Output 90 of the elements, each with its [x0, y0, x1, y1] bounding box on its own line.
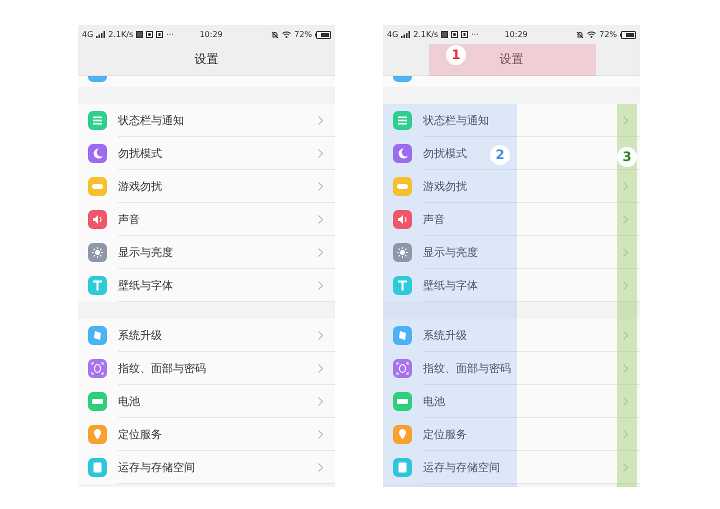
chevron-icon	[318, 215, 323, 224]
battery-percent: 72%	[599, 30, 618, 39]
setting-label: 勿扰模式	[118, 146, 162, 161]
setting-label: 状态栏与通知	[118, 113, 184, 128]
chevron-icon	[623, 331, 628, 340]
chevron-icon	[623, 182, 628, 191]
setting-label: 声音	[118, 212, 140, 227]
chevron-icon	[623, 281, 628, 290]
settings-row[interactable]: 运存与存储空间	[383, 451, 640, 484]
chevron-icon	[318, 182, 323, 191]
settings-row[interactable]: 指纹、面部与密码	[78, 352, 335, 385]
settings-row[interactable]: 勿扰模式	[78, 137, 335, 170]
notification-icon	[156, 31, 164, 38]
notification-icon	[461, 31, 468, 38]
settings-row[interactable]: 声音	[383, 203, 640, 236]
settings-row[interactable]: 电池	[78, 385, 335, 418]
wifi-icon	[282, 31, 292, 38]
more-indicator: ···	[471, 30, 479, 39]
chevron-icon	[318, 397, 323, 406]
network-type: 4G	[82, 30, 94, 39]
settings-row[interactable]: 系统升级	[383, 319, 640, 352]
settings-row[interactable]: 游戏勿扰	[78, 170, 335, 203]
settings-row[interactable]: 状态栏与通知	[383, 104, 640, 137]
settings-row[interactable]: 显示与亮度	[383, 236, 640, 269]
chevron-icon	[623, 248, 628, 257]
wifi-icon	[587, 31, 596, 38]
notification-icon	[136, 31, 144, 38]
setting-label: 定位服务	[423, 427, 467, 442]
chevron-icon	[623, 215, 628, 224]
battery-percent: 72%	[294, 30, 312, 39]
settings-row[interactable]: 定位服务	[383, 418, 640, 451]
setting-label: 游戏勿扰	[423, 179, 467, 194]
chevron-icon	[318, 281, 323, 290]
settings-row[interactable]: 状态栏与通知	[78, 104, 335, 137]
page-title: 设置	[500, 51, 524, 68]
setting-label: 系统升级	[118, 328, 162, 343]
setting-label: 显示与亮度	[423, 245, 478, 260]
status-time: 10:29	[504, 30, 528, 39]
notification-icon	[451, 31, 458, 38]
setting-label: 游戏勿扰	[118, 179, 162, 194]
chevron-icon	[318, 331, 323, 340]
notification-icon	[441, 31, 448, 38]
chevron-icon	[623, 397, 628, 406]
setting-label: 系统升级	[423, 328, 467, 343]
setting-label: 运存与存储空间	[423, 460, 500, 475]
settings-row[interactable]: 系统升级	[78, 319, 335, 352]
more-indicator: ···	[166, 30, 174, 39]
setting-label: 状态栏与通知	[423, 113, 489, 128]
setting-label: 壁纸与字体	[118, 278, 173, 293]
signal-icon	[96, 31, 106, 38]
battery-icon	[620, 30, 636, 38]
setting-label: 指纹、面部与密码	[118, 361, 206, 376]
setting-label: 电池	[423, 394, 445, 409]
setting-label: 勿扰模式	[423, 146, 467, 161]
setting-label: 指纹、面部与密码	[423, 361, 511, 376]
status-time: 10:29	[200, 30, 223, 39]
signal-icon	[401, 31, 410, 38]
chevron-icon	[318, 116, 323, 125]
notification-icon	[146, 31, 154, 38]
network-speed: 2.1K/s	[413, 30, 438, 39]
setting-label: 显示与亮度	[118, 245, 173, 260]
battery-icon	[315, 30, 332, 38]
chevron-icon	[623, 430, 628, 439]
chevron-icon	[318, 430, 323, 439]
chevron-icon	[623, 116, 628, 125]
page-title: 设置	[194, 51, 218, 68]
setting-label: 壁纸与字体	[423, 278, 478, 293]
settings-row[interactable]: 定位服务	[78, 418, 335, 451]
settings-row[interactable]: 声音	[78, 203, 335, 236]
chevron-icon	[318, 248, 323, 257]
chevron-icon	[318, 364, 323, 373]
settings-row[interactable]: 游戏勿扰	[383, 170, 640, 203]
setting-label: 定位服务	[118, 427, 162, 442]
setting-label: 运存与存储空间	[118, 460, 195, 475]
chevron-icon	[318, 149, 323, 158]
settings-row[interactable]: 电池	[383, 385, 640, 418]
bell-off-icon	[271, 30, 280, 38]
network-type: 4G	[387, 30, 398, 39]
settings-row[interactable]: 壁纸与字体	[383, 269, 640, 302]
chevron-icon	[623, 463, 628, 472]
settings-row[interactable]: 指纹、面部与密码	[383, 352, 640, 385]
setting-label: 声音	[423, 212, 445, 227]
bell-off-icon	[576, 30, 584, 38]
network-speed: 2.1K/s	[108, 30, 134, 39]
setting-label: 电池	[118, 394, 140, 409]
chevron-icon	[318, 463, 323, 472]
chevron-icon	[623, 364, 628, 373]
settings-row[interactable]: 壁纸与字体	[78, 269, 335, 302]
settings-row[interactable]: 显示与亮度	[78, 236, 335, 269]
settings-row[interactable]: 运存与存储空间	[78, 451, 335, 484]
